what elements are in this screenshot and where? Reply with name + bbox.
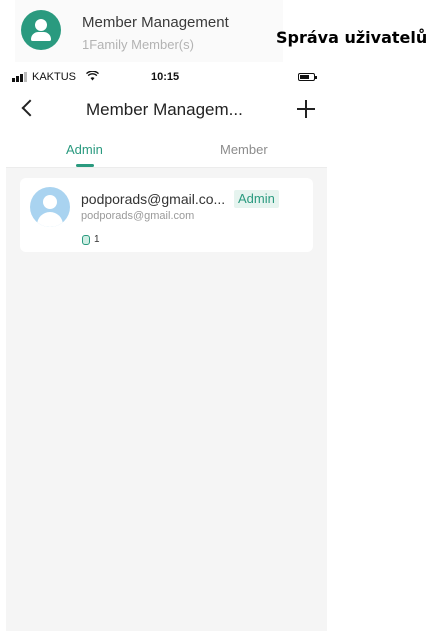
active-tab-indicator [76, 164, 94, 167]
caption: Správa uživatelů [276, 28, 428, 47]
status-time: 10:15 [151, 71, 180, 83]
banner-title: Member Management [82, 14, 229, 31]
banner-subtitle: 1Family Member(s) [82, 37, 194, 52]
device-icon [82, 235, 90, 245]
status-bar: KAKTUS 10:15 [6, 66, 327, 88]
member-name: podporads@gmail.co... [81, 191, 226, 207]
member-email: podporads@gmail.com [81, 210, 195, 222]
tab-admin[interactable]: Admin [66, 142, 103, 157]
wifi-icon [86, 70, 99, 84]
back-button[interactable] [18, 94, 44, 124]
member-management-banner[interactable]: Member Management 1Family Member(s) [15, 0, 283, 62]
user-icon [21, 10, 61, 50]
page-title: Member Managem... [86, 100, 243, 119]
phone-screen: KAKTUS 10:15 Member Managem... Admin Mem… [6, 66, 327, 631]
nav-bar: Member Managem... [6, 88, 327, 132]
role-badge: Admin [234, 190, 279, 208]
member-card[interactable]: podporads@gmail.co... Admin podporads@gm… [20, 178, 313, 252]
avatar [30, 187, 70, 227]
carrier-name: KAKTUS [32, 71, 77, 83]
signal-icon [12, 72, 30, 82]
tab-member[interactable]: Member [220, 142, 268, 157]
device-count: 1 [94, 234, 100, 245]
add-member-button[interactable] [295, 98, 317, 120]
role-tabs: Admin Member [6, 132, 327, 168]
battery-icon [298, 73, 317, 81]
